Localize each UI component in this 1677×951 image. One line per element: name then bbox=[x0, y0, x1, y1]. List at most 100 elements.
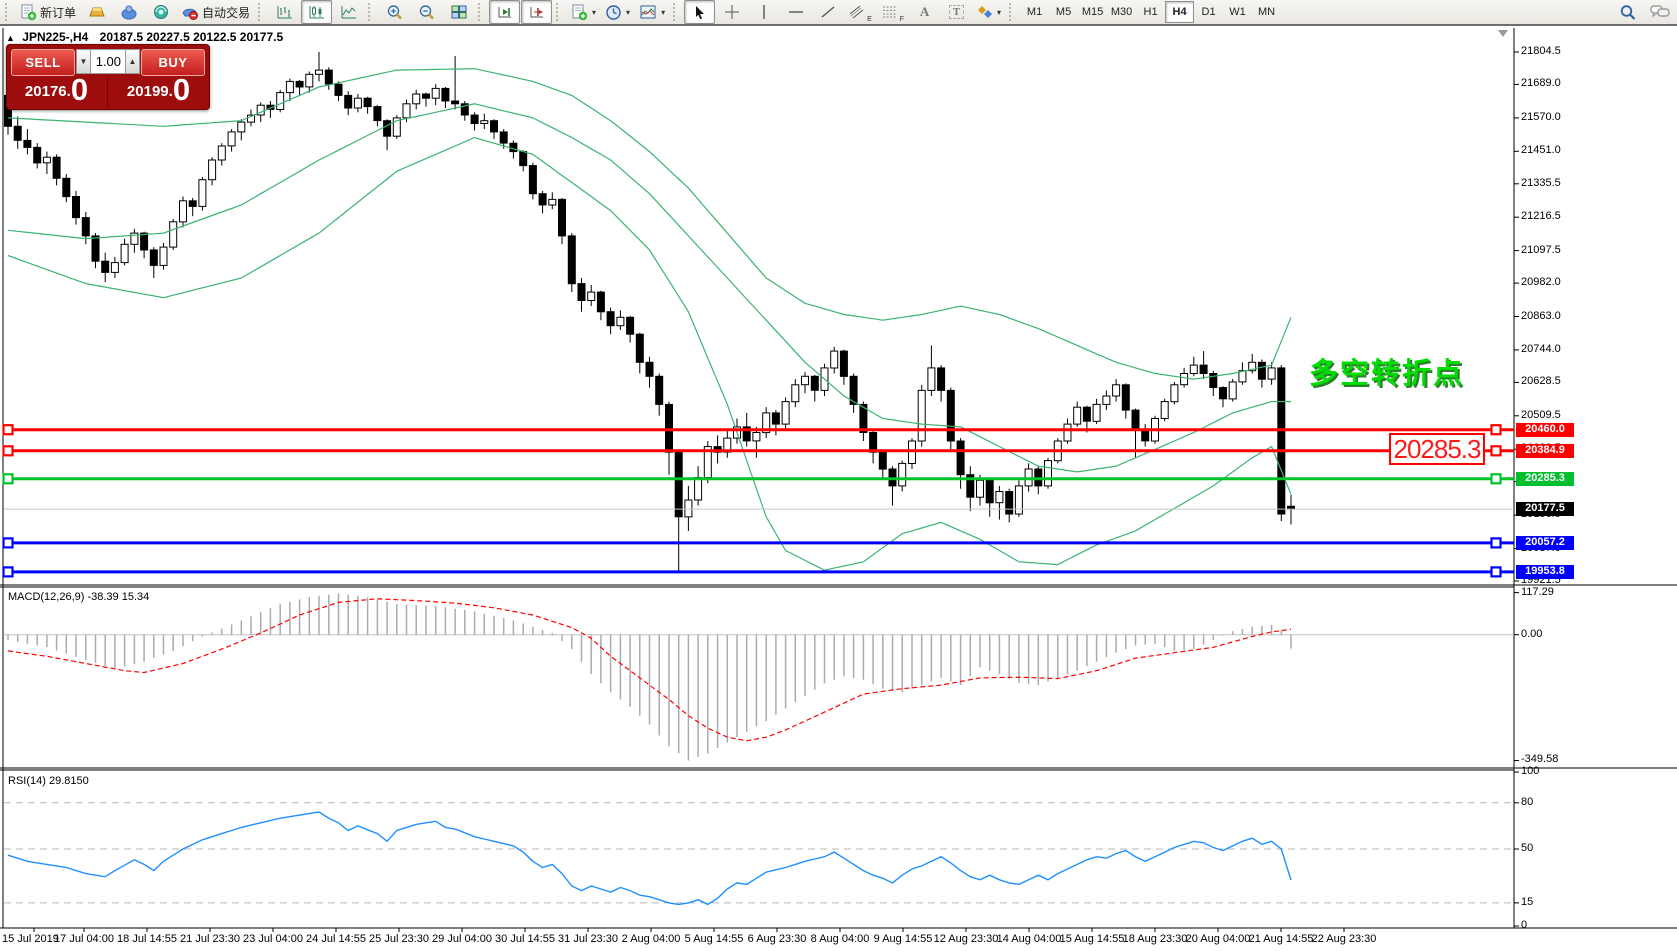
fibonacci-button[interactable]: F bbox=[877, 0, 908, 24]
new-chart-button[interactable]: ▾ bbox=[567, 0, 600, 24]
label-tool-letter: T bbox=[949, 5, 964, 19]
volume-up-button[interactable]: ▲ bbox=[125, 49, 140, 74]
timeframe-button-h4[interactable]: H4 bbox=[1165, 1, 1194, 23]
toolbar-grip bbox=[5, 3, 12, 21]
timeframe-button-h1[interactable]: H1 bbox=[1136, 1, 1165, 23]
signals-icon bbox=[152, 4, 170, 20]
mt4-terminal: 新订单 自动交易 bbox=[0, 0, 1677, 951]
toolbar-grip bbox=[478, 3, 485, 21]
zoom-in-button[interactable] bbox=[379, 0, 410, 24]
buy-price-dot: . bbox=[169, 83, 173, 100]
chevron-down-icon: ▾ bbox=[661, 8, 665, 17]
zoom-out-icon bbox=[418, 4, 436, 21]
horizontal-line-button[interactable] bbox=[780, 0, 811, 24]
timeframe-button-m5[interactable]: M5 bbox=[1049, 1, 1078, 23]
vertical-line-icon bbox=[757, 4, 771, 20]
tile-windows-button[interactable] bbox=[443, 0, 474, 24]
person-cloud-icon bbox=[120, 4, 138, 20]
bar-chart-button[interactable] bbox=[269, 0, 300, 24]
market-watch-button[interactable] bbox=[81, 0, 112, 24]
auto-scroll-button[interactable] bbox=[489, 0, 520, 24]
text-button[interactable]: A bbox=[909, 0, 940, 24]
buy-price[interactable]: 20199.0 bbox=[109, 76, 208, 107]
timeframe-button-m15[interactable]: M15 bbox=[1078, 1, 1107, 23]
symbol-period-label: JPN225-,H4 bbox=[22, 30, 88, 44]
search-button[interactable] bbox=[1612, 0, 1643, 24]
signals-button[interactable] bbox=[145, 0, 176, 24]
equidistant-channel-button[interactable]: E bbox=[844, 0, 876, 24]
timeframe-button-mn[interactable]: MN bbox=[1252, 1, 1281, 23]
cursor-arrow-icon bbox=[693, 5, 707, 20]
toolbar-grip bbox=[673, 3, 680, 21]
rsi-label: RSI(14) 29.8150 bbox=[8, 775, 89, 787]
indicators-icon bbox=[639, 4, 657, 20]
chart-title: ▲ JPN225-,H4 20187.5 20227.5 20122.5 201… bbox=[6, 30, 283, 44]
timeframe-button-m1[interactable]: M1 bbox=[1020, 1, 1049, 23]
chart-window: 21804.521689.021570.021451.021335.521216… bbox=[0, 28, 1677, 951]
periodicity-clock-button[interactable]: ▾ bbox=[601, 0, 634, 24]
sell-price[interactable]: 20176.0 bbox=[7, 76, 106, 107]
toolbar: 新订单 自动交易 bbox=[0, 0, 1677, 26]
timeframe-button-m30[interactable]: M30 bbox=[1107, 1, 1136, 23]
buy-price-big-digit: 0 bbox=[173, 76, 190, 104]
gold-ingot-icon bbox=[88, 4, 106, 20]
sell-price-dot: . bbox=[67, 83, 71, 100]
buy-price-int: 20199 bbox=[127, 83, 169, 100]
text-tool-letter: A bbox=[920, 4, 929, 20]
chart-shift-icon bbox=[528, 4, 546, 20]
line-chart-icon bbox=[340, 4, 358, 20]
new-order-icon bbox=[20, 4, 37, 21]
auto-scroll-icon bbox=[496, 4, 514, 20]
arrows-button[interactable]: ▾ bbox=[973, 0, 1005, 24]
zoom-out-button[interactable] bbox=[411, 0, 442, 24]
search-icon bbox=[1619, 4, 1637, 21]
volume-stepper: ▼ 1.00 ▲ bbox=[76, 49, 140, 74]
trade-panel-divider bbox=[107, 77, 108, 107]
crosshair-icon bbox=[724, 4, 740, 20]
candlestick-chart-button[interactable] bbox=[301, 0, 332, 24]
chart-shift-button[interactable] bbox=[521, 0, 552, 24]
bar-chart-icon bbox=[276, 4, 294, 20]
new-order-button[interactable]: 新订单 bbox=[16, 0, 80, 24]
cursor-button[interactable] bbox=[684, 0, 715, 24]
chart-canvas[interactable] bbox=[0, 28, 1677, 951]
channel-letter: E bbox=[867, 16, 872, 23]
one-click-trade-panel: SELL ▼ 1.00 ▲ BUY 20176.0 20199.0 bbox=[6, 44, 210, 110]
chat-icon bbox=[1650, 4, 1670, 20]
toolbar-grip bbox=[258, 3, 265, 21]
indicators-button[interactable]: ▾ bbox=[635, 0, 669, 24]
caret-up-icon: ▲ bbox=[129, 57, 137, 66]
price-callout-box[interactable]: 20285.3 bbox=[1389, 433, 1485, 465]
turning-point-annotation[interactable]: 多空转折点 bbox=[1309, 350, 1464, 392]
toolbar-grip bbox=[556, 3, 563, 21]
toolbar-grip bbox=[1009, 3, 1016, 21]
fibonacci-icon bbox=[881, 4, 899, 20]
trendline-button[interactable] bbox=[812, 0, 843, 24]
sell-button[interactable]: SELL bbox=[11, 49, 75, 76]
auto-trading-icon bbox=[181, 4, 199, 20]
caret-down-icon: ▼ bbox=[80, 57, 88, 66]
collapse-panel-icon[interactable]: ▲ bbox=[6, 33, 15, 43]
vertical-line-button[interactable] bbox=[748, 0, 779, 24]
auto-trading-label: 自动交易 bbox=[202, 4, 250, 21]
clock-icon bbox=[605, 4, 622, 21]
community-button[interactable] bbox=[113, 0, 144, 24]
horizontal-line-icon bbox=[787, 4, 805, 20]
auto-trading-button[interactable]: 自动交易 bbox=[177, 0, 254, 24]
crosshair-button[interactable] bbox=[716, 0, 747, 24]
volume-field[interactable]: 1.00 bbox=[91, 49, 125, 74]
line-chart-button[interactable] bbox=[333, 0, 364, 24]
volume-down-button[interactable]: ▼ bbox=[76, 49, 91, 74]
trendline-icon bbox=[820, 4, 836, 20]
chevron-down-icon: ▾ bbox=[626, 8, 630, 17]
candlestick-icon bbox=[308, 4, 326, 20]
text-label-button[interactable]: T bbox=[941, 0, 972, 24]
ohlc-label: 20187.5 20227.5 20122.5 20177.5 bbox=[100, 30, 284, 44]
sell-price-int: 20176 bbox=[25, 83, 67, 100]
timeframe-group: M1M5M15M30H1H4D1W1MN bbox=[1020, 1, 1281, 23]
timeframe-button-d1[interactable]: D1 bbox=[1194, 1, 1223, 23]
timeframe-button-w1[interactable]: W1 bbox=[1223, 1, 1252, 23]
new-order-label: 新订单 bbox=[40, 4, 76, 21]
macd-label: MACD(12,26,9) -38.39 15.34 bbox=[8, 591, 149, 603]
chat-button[interactable] bbox=[1644, 0, 1675, 24]
